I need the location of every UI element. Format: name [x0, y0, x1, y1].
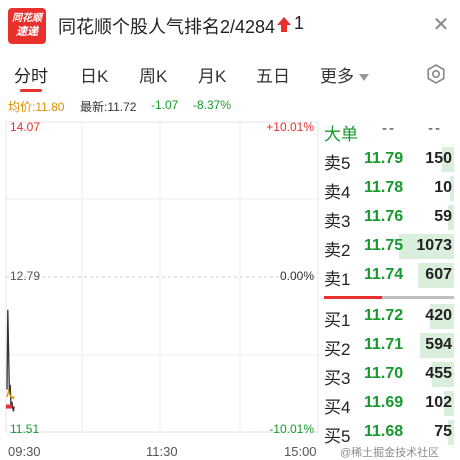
big-order-label: 大单 [324, 125, 358, 144]
ask-volume: 607 [425, 266, 452, 283]
price-change-pct: -8.37% [193, 98, 232, 112]
x-tick-start: 09:30 [8, 444, 41, 459]
tab-intraday[interactable]: 分时 [14, 62, 48, 87]
bid-label: 买2 [324, 340, 351, 359]
tab-weekly-k[interactable]: 周K [139, 62, 167, 87]
chart-lines [6, 309, 15, 412]
ask-volume: 10 [434, 179, 452, 196]
close-icon[interactable]: ✕ [430, 14, 452, 36]
bid-price: 11.68 [364, 423, 404, 440]
bid-price: 11.69 [364, 394, 404, 411]
ask-label: 卖4 [324, 183, 351, 202]
ask-label: 卖5 [324, 154, 351, 173]
y-tick-high: 14.07 [10, 120, 41, 134]
watermark: @稀土掘金技术社区 [340, 447, 440, 459]
tab-more-label: 更多 [320, 67, 354, 86]
big-order-value-2: -- [428, 120, 442, 137]
divider-red [324, 296, 382, 299]
price-info-row: 均价:11.80 最新:11.72 -1.07 -8.37% [0, 96, 320, 114]
active-tab-indicator [20, 89, 42, 92]
settings-icon[interactable] [426, 64, 446, 84]
bid-price: 11.71 [364, 336, 404, 353]
ask-price: 11.78 [364, 179, 404, 196]
y-pct-low: -10.01% [269, 422, 314, 436]
bid-label: 买4 [324, 398, 351, 417]
tab-more[interactable]: 更多 [320, 62, 369, 87]
ask-row[interactable]: 卖1 11.74 607 [320, 261, 460, 290]
bid-row[interactable]: 买4 11.69 102 [320, 389, 460, 418]
ask-volume: 150 [425, 150, 452, 167]
bid-label: 买3 [324, 369, 351, 388]
bid-volume: 420 [425, 307, 452, 324]
ask-price: 11.75 [364, 237, 404, 254]
bid-row[interactable]: 买3 11.70 455 [320, 360, 460, 389]
header: 同花顺 速递 同花顺个股人气排名2/4284 1 ✕ [0, 0, 460, 52]
ask-row[interactable]: 卖5 11.79 150 [320, 145, 460, 174]
book-divider [324, 296, 454, 299]
bid-label: 买1 [324, 311, 351, 330]
logo-line1: 同花顺 [12, 13, 42, 24]
ask-price: 11.76 [364, 208, 404, 225]
divider-gray [382, 296, 454, 299]
avg-price: 均价:11.80 [8, 100, 65, 114]
ask-row[interactable]: 卖4 11.78 10 [320, 174, 460, 203]
order-book: 大单 -- -- 卖5 11.79 150 卖4 11.78 10 卖3 11.76 59 卖2 1… [320, 116, 460, 460]
ask-label: 卖2 [324, 241, 351, 260]
bid-volume: 75 [434, 423, 452, 440]
ask-label: 卖3 [324, 212, 351, 231]
big-order-value-1: -- [382, 120, 396, 137]
app-logo: 同花顺 速递 [8, 8, 46, 44]
big-order-row: 大单 -- -- [320, 116, 460, 145]
intraday-chart[interactable]: 14.07 12.79 11.51 +10.01% 0.00% -10.01% [0, 116, 320, 441]
x-tick-end: 15:00 [284, 444, 317, 459]
chart-grid [5, 121, 319, 433]
tab-five-day[interactable]: 五日 [256, 62, 290, 87]
ask-row[interactable]: 卖2 11.75 1073 [320, 232, 460, 261]
y-tick-low: 11.51 [10, 422, 40, 436]
bid-volume: 594 [425, 336, 452, 353]
price-change: -1.07 [151, 98, 179, 112]
period-tabs: 分时 日K 周K 月K 五日 更多 [0, 56, 460, 92]
latest-price-marker [6, 404, 12, 409]
bid-row[interactable]: 买2 11.71 594 [320, 331, 460, 360]
arrow-up-icon [277, 17, 291, 32]
ask-row[interactable]: 卖3 11.76 59 [320, 203, 460, 232]
ask-volume: 1073 [416, 237, 452, 254]
intraday-chart-svg [5, 121, 319, 433]
tab-daily-k[interactable]: 日K [80, 62, 108, 87]
rank-change: 1 [294, 13, 305, 33]
ask-volume: 59 [434, 208, 452, 225]
tab-monthly-k[interactable]: 月K [198, 62, 226, 87]
logo-line2: 速递 [16, 26, 38, 38]
chevron-down-icon [359, 74, 369, 82]
bid-volume: 455 [425, 365, 452, 382]
bid-volume: 102 [425, 394, 452, 411]
ask-price: 11.79 [364, 150, 404, 167]
y-pct-high: +10.01% [266, 120, 314, 134]
bid-price: 11.72 [364, 307, 404, 324]
y-pct-mid: 0.00% [279, 269, 314, 283]
ask-label: 卖1 [324, 270, 351, 289]
x-tick-mid: 11:30 [146, 444, 178, 459]
page-title: 同花顺个股人气排名2/4284 [58, 17, 276, 37]
y-tick-mid: 12.79 [10, 269, 41, 283]
bid-row[interactable]: 买1 11.72 420 [320, 302, 460, 331]
bid-row[interactable]: 买5 11.68 75 [320, 418, 460, 447]
latest-price: 最新:11.72 [80, 100, 137, 114]
bid-price: 11.70 [364, 365, 404, 382]
ask-price: 11.74 [364, 266, 404, 283]
